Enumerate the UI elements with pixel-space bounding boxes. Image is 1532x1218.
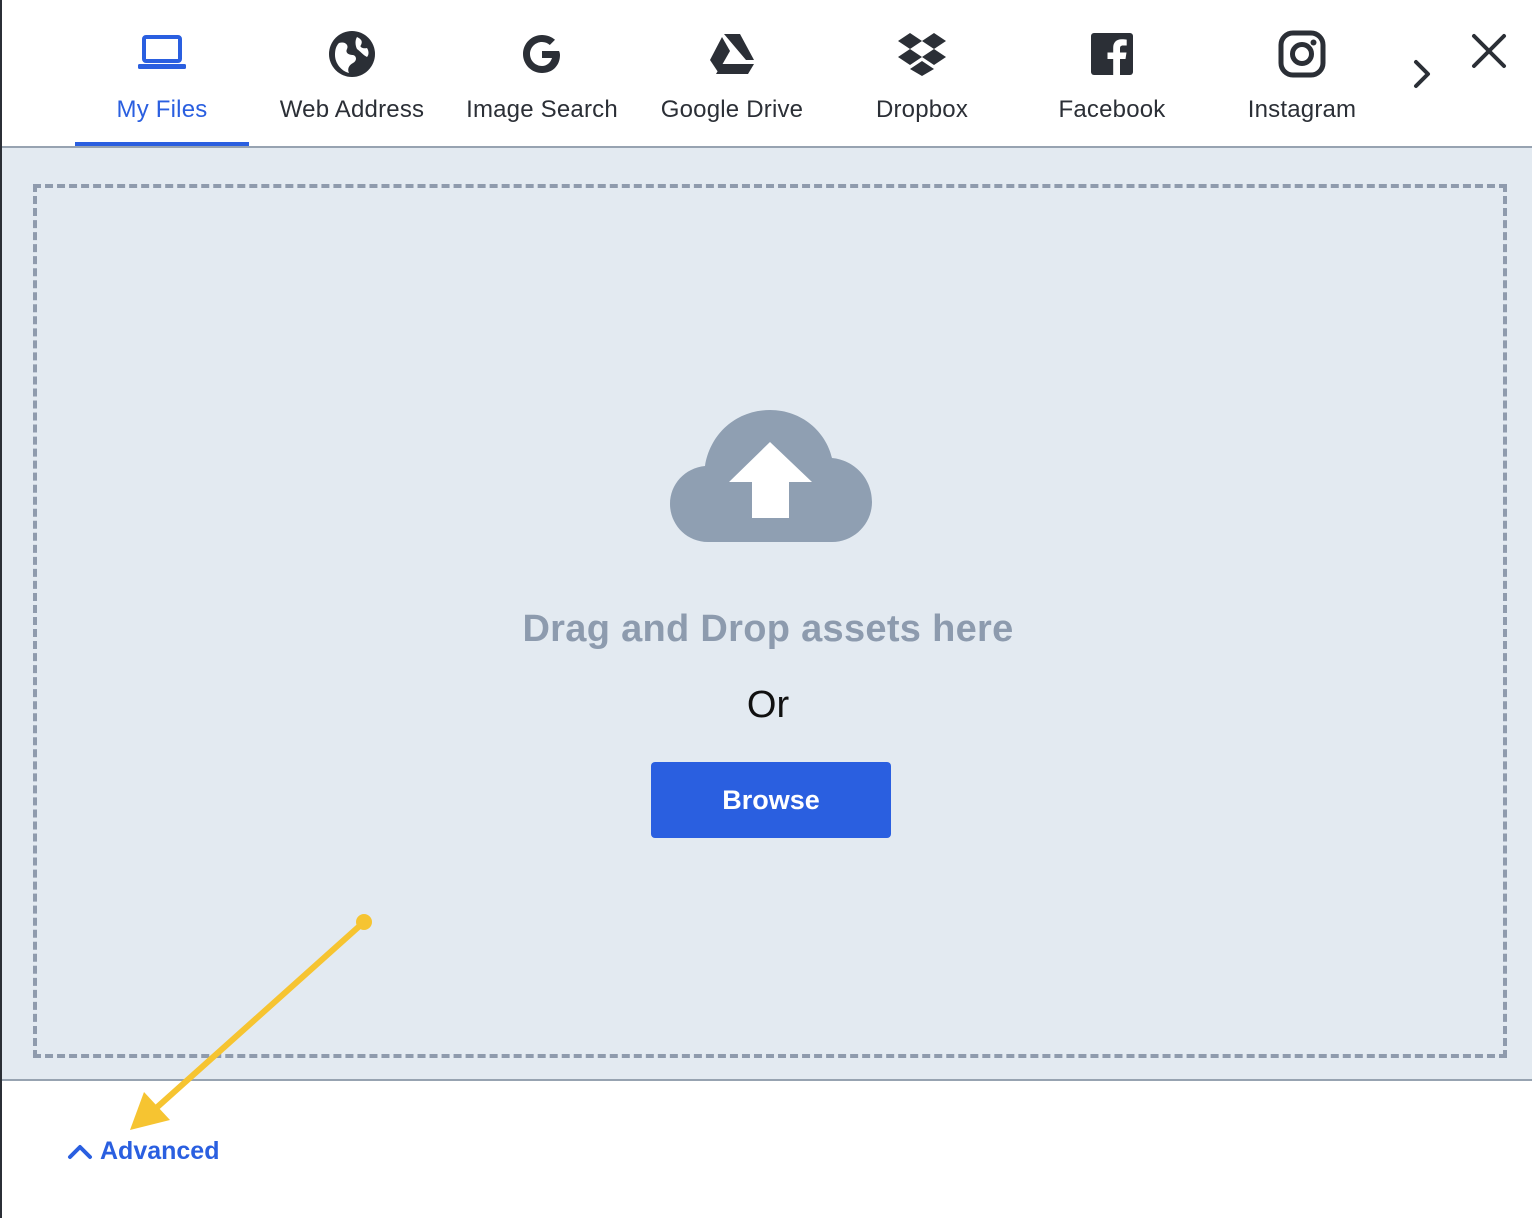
google-icon <box>516 28 568 80</box>
tab-facebook[interactable]: Facebook <box>1025 0 1199 146</box>
chevron-up-icon <box>68 1145 92 1159</box>
tab-label: Dropbox <box>875 96 969 123</box>
close-button[interactable] <box>1466 30 1512 76</box>
google-drive-icon <box>706 28 758 80</box>
dialog-footer: Advanced <box>2 1083 1532 1218</box>
tab-label: Instagram <box>1247 96 1357 123</box>
close-icon <box>1471 33 1507 74</box>
tab-image-search[interactable]: Image Search <box>455 0 629 146</box>
tab-dropbox[interactable]: Dropbox <box>835 0 1009 146</box>
laptop-icon <box>136 28 188 80</box>
tab-google-drive[interactable]: Google Drive <box>645 0 819 146</box>
or-separator: Or <box>746 684 790 726</box>
browse-button[interactable]: Browse <box>651 762 891 838</box>
chevron-right-icon <box>1411 57 1433 96</box>
dropbox-icon <box>896 28 948 80</box>
tab-instagram[interactable]: Instagram <box>1215 0 1389 146</box>
globe-icon <box>326 28 378 80</box>
drop-heading: Drag and Drop assets here <box>522 608 1014 650</box>
advanced-toggle[interactable]: Advanced <box>66 1135 219 1167</box>
tab-label: Image Search <box>466 96 618 123</box>
tab-label: Facebook <box>1058 96 1166 123</box>
cloud-upload-icon <box>668 406 874 546</box>
tab-label: Web Address <box>279 96 425 123</box>
facebook-icon <box>1086 28 1138 80</box>
tab-label: My Files <box>116 96 208 123</box>
tab-web-address[interactable]: Web Address <box>265 0 439 146</box>
drop-region: Drag and Drop assets here Or Browse <box>2 148 1532 1081</box>
tabs-next-button[interactable] <box>1402 56 1442 96</box>
instagram-icon <box>1276 28 1328 80</box>
advanced-label: Advanced <box>100 1136 220 1165</box>
upload-dialog: My Files Web Address Image Search Google… <box>0 0 1532 1218</box>
tab-my-files[interactable]: My Files <box>75 0 249 146</box>
tab-label: Google Drive <box>660 96 804 123</box>
source-tabs: My Files Web Address Image Search Google… <box>2 0 1532 148</box>
